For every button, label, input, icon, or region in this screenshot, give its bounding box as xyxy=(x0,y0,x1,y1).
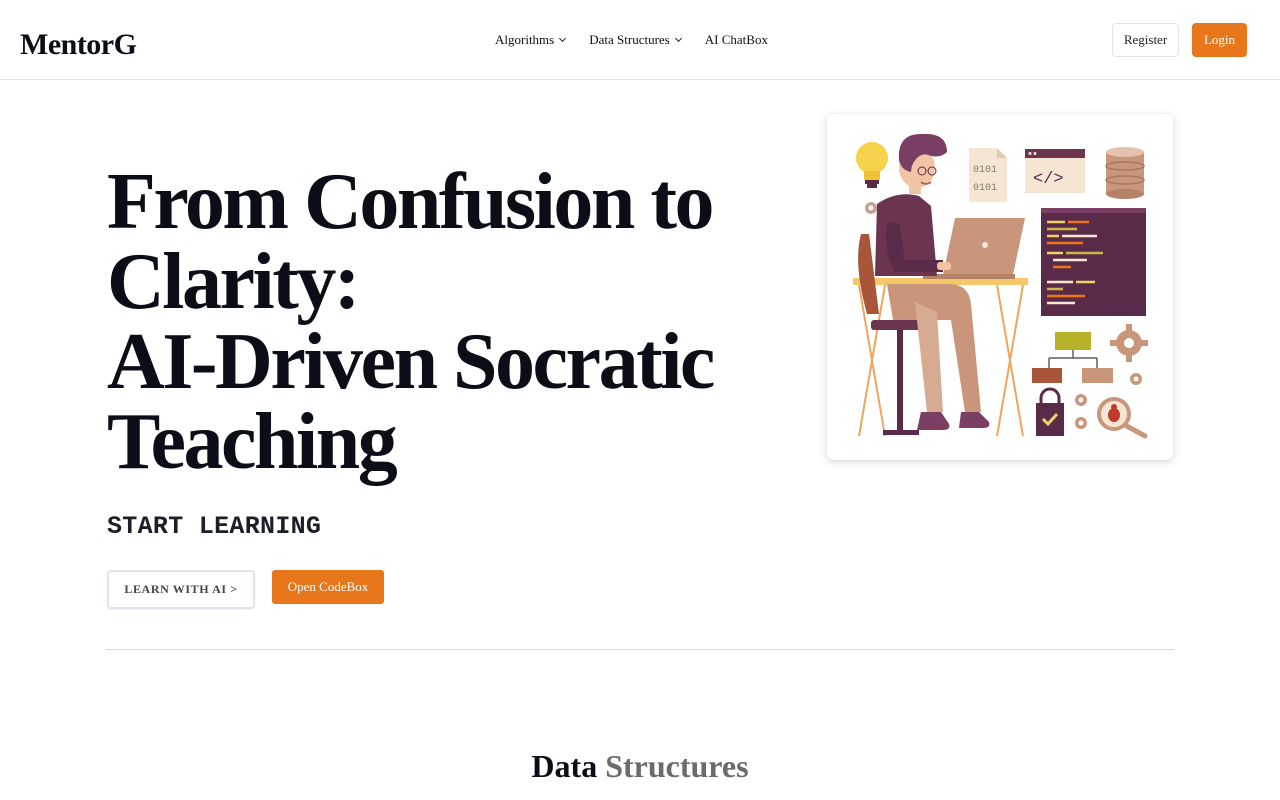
chevron-down-icon xyxy=(674,34,682,43)
lightbulb-icon xyxy=(856,142,888,188)
gear-icon xyxy=(1110,324,1148,362)
register-button[interactable]: Register xyxy=(1112,23,1179,57)
hero-title-line: AI-Driven Socratic xyxy=(107,318,715,406)
hero-subtitle: START LEARNING xyxy=(107,512,322,541)
gear-icon xyxy=(865,202,877,214)
hero-illustration: 0101 0101 </> xyxy=(827,114,1173,460)
section-title-word2: Structures xyxy=(605,748,749,784)
nav-algorithms-label: Algorithms xyxy=(495,32,555,47)
flowchart-icon xyxy=(1032,332,1113,383)
nav-ai-chatbox-label: AI ChatBox xyxy=(704,32,768,47)
section-divider xyxy=(106,649,1174,650)
main-nav: Algorithms Data Structures AI ChatBox xyxy=(495,32,768,48)
section-title: Data Structures xyxy=(0,748,1280,785)
learn-with-ai-button[interactable]: LEARN WITH AI > xyxy=(107,570,255,609)
nav-ai-chatbox[interactable]: AI ChatBox xyxy=(705,32,768,48)
lock-icon xyxy=(1036,387,1064,436)
open-codebox-button[interactable]: Open CodeBox xyxy=(272,570,384,604)
hero-title-line: From Confusion to xyxy=(107,158,714,246)
bug-search-icon xyxy=(1097,397,1148,439)
gear-icon xyxy=(1130,373,1142,385)
code-window-icon: </> xyxy=(1025,149,1085,193)
nav-data-structures[interactable]: Data Structures xyxy=(589,32,682,48)
hero-title: From Confusion to Clarity: AI-Driven Soc… xyxy=(107,162,767,482)
brand-logo[interactable]: MentorG xyxy=(20,28,137,62)
code-editor-panel xyxy=(1041,208,1146,316)
code-tag-text: </> xyxy=(1033,170,1064,189)
hero-title-line: Clarity: xyxy=(107,238,361,326)
nav-algorithms[interactable]: Algorithms xyxy=(495,32,567,48)
gear-icon xyxy=(1075,394,1087,429)
binary-text: 0101 xyxy=(973,165,997,176)
login-button[interactable]: Login xyxy=(1192,23,1247,57)
section-title-word1: Data xyxy=(531,748,598,784)
developer-illustration: 0101 0101 </> xyxy=(853,133,1148,439)
binary-text: 0101 xyxy=(973,183,997,194)
file-icon: 0101 0101 xyxy=(969,148,1007,202)
database-icon xyxy=(1105,147,1145,199)
chevron-down-icon xyxy=(559,34,567,43)
hero-title-line: Teaching xyxy=(107,398,398,486)
nav-data-structures-label: Data Structures xyxy=(589,32,670,47)
top-navbar: MentorG Algorithms Data Structures AI Ch… xyxy=(0,0,1280,80)
